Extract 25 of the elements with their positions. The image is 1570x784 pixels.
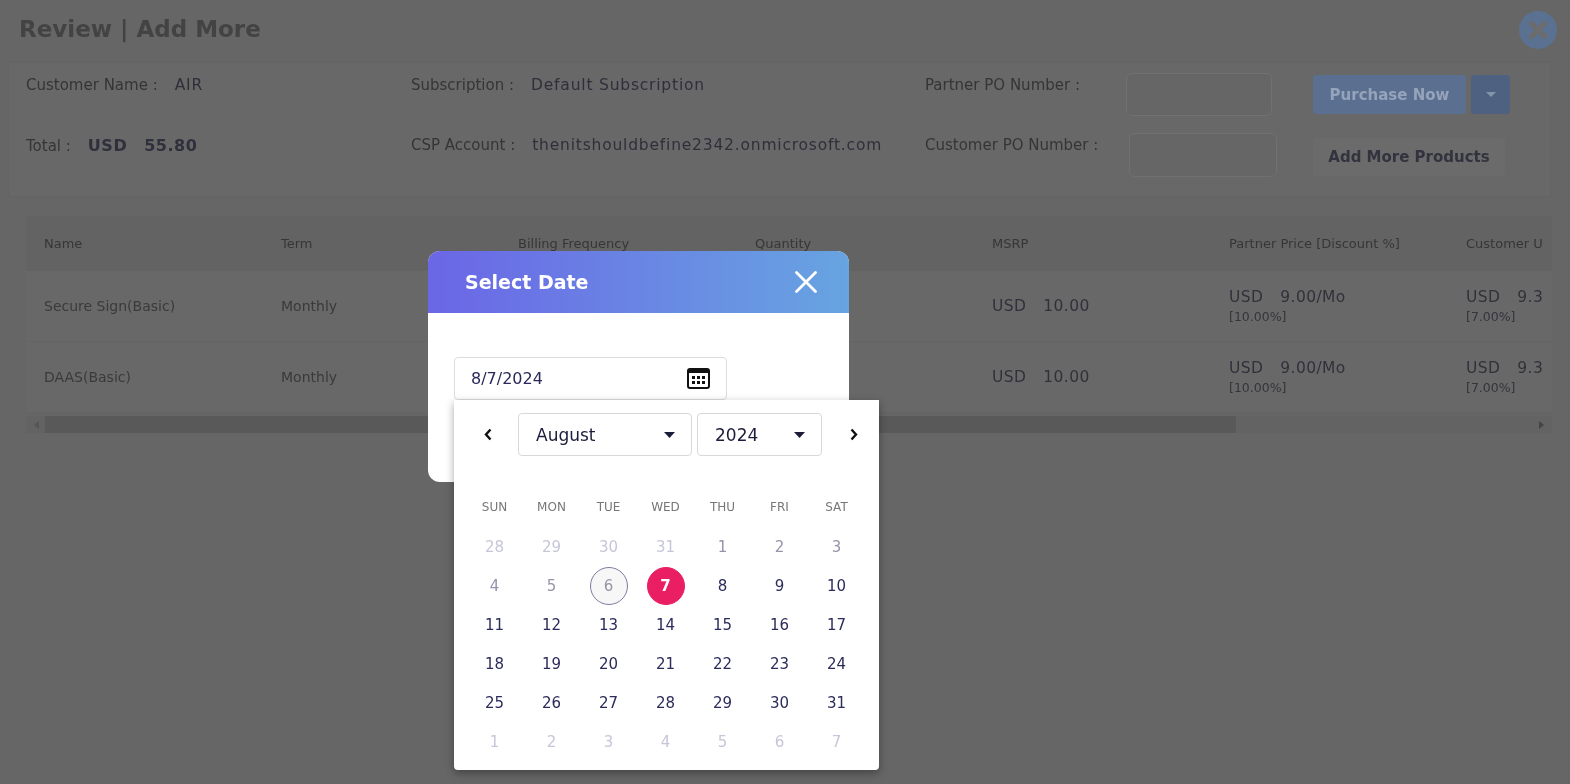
- price-amount: 9.00/Mo: [1280, 288, 1346, 306]
- currency-code: USD: [1229, 359, 1264, 377]
- field-value: AIR: [174, 76, 204, 94]
- weekday-label: MON: [536, 500, 567, 514]
- currency-code: USD: [992, 297, 1027, 315]
- weekday-label: WED: [650, 500, 681, 514]
- currency-code: USD: [87, 136, 128, 155]
- total-amount: 55.80: [144, 136, 198, 155]
- dialog-title: Select Date: [465, 271, 589, 293]
- currency-code: USD: [1466, 288, 1501, 306]
- field-value: thenitshouldbefine2342.onmicrosoft.com: [532, 136, 883, 154]
- price-amount: 9.3: [1517, 288, 1544, 306]
- weekday-label: THU: [708, 500, 737, 514]
- price-amount: 10.00: [1043, 368, 1090, 386]
- price-amount: 10.00: [1043, 297, 1090, 315]
- weekday-label: TUE: [595, 500, 622, 514]
- weekday-label: FRI: [769, 500, 790, 514]
- price-amount: 9.00/Mo: [1280, 359, 1346, 377]
- currency-code: USD: [1229, 288, 1264, 306]
- field-value: Default Subscription: [531, 76, 705, 94]
- currency-code: USD: [992, 368, 1027, 386]
- price-amount: 9.3: [1517, 359, 1544, 377]
- weekday-label: SAT: [824, 500, 849, 514]
- weekday-label: SUN: [480, 500, 509, 514]
- currency-code: USD: [1466, 359, 1501, 377]
